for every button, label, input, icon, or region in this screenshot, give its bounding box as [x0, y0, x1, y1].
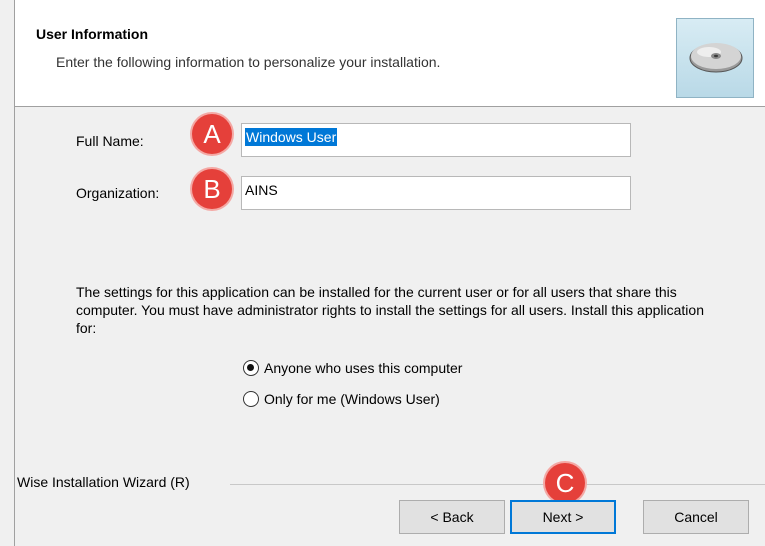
- radio-only-me[interactable]: Only for me (Windows User): [243, 391, 440, 407]
- next-button[interactable]: Next >: [510, 500, 616, 534]
- cancel-button[interactable]: Cancel: [643, 500, 749, 534]
- organization-field[interactable]: AINS: [241, 176, 631, 210]
- organization-value: AINS: [245, 182, 278, 198]
- radio-anyone[interactable]: Anyone who uses this computer: [243, 360, 462, 376]
- radio-button-icon[interactable]: [243, 391, 259, 407]
- full-name-value: Windows User: [245, 128, 338, 146]
- radio-button-icon[interactable]: [243, 360, 259, 376]
- header-banner-image: [676, 18, 754, 98]
- back-button[interactable]: < Back: [399, 500, 505, 534]
- organization-label: Organization:: [76, 185, 160, 201]
- radio-only-me-label: Only for me (Windows User): [264, 391, 440, 407]
- cd-disc-icon: [689, 43, 743, 73]
- annotation-badge-a: A: [192, 114, 232, 154]
- page-subtitle: Enter the following information to perso…: [56, 54, 441, 70]
- full-name-field[interactable]: Windows User: [241, 123, 631, 157]
- full-name-label: Full Name:: [76, 133, 144, 149]
- install-scope-description: The settings for this application can be…: [76, 284, 704, 336]
- footer-divider: [230, 484, 765, 485]
- wizard-brand-label: Wise Installation Wizard (R): [17, 474, 190, 490]
- window-left-edge: [0, 0, 15, 546]
- wizard-header: User Information Enter the following inf…: [15, 0, 765, 107]
- annotation-badge-b: B: [192, 169, 232, 209]
- annotation-badge-c: C: [545, 463, 585, 503]
- installer-window: User Information Enter the following inf…: [0, 0, 765, 546]
- page-title: User Information: [36, 26, 149, 42]
- radio-anyone-label: Anyone who uses this computer: [264, 360, 463, 376]
